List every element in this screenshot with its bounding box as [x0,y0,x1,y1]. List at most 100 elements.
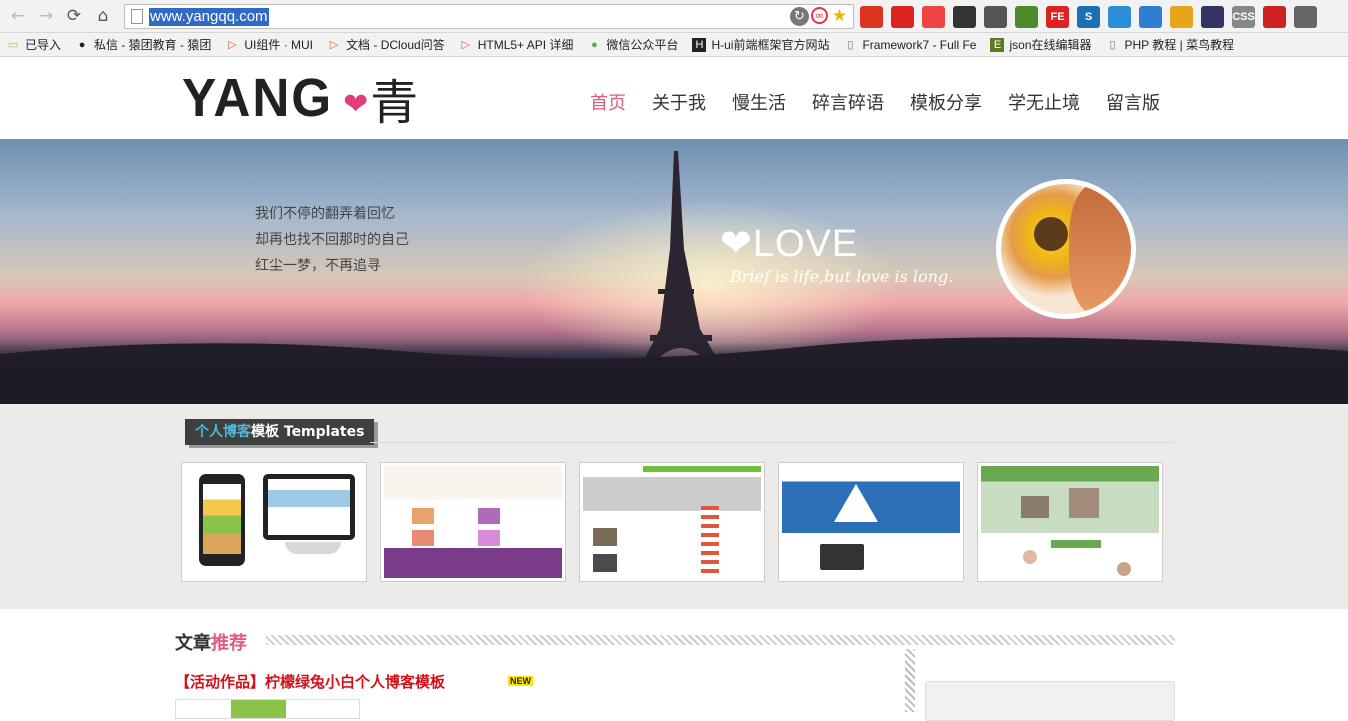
new-badge: NEW [508,676,533,686]
omnibox-icons: ↻ ∞ ★ [790,7,849,26]
templates-title-highlight: 个人博客 [195,424,251,440]
avatar-flower-center [1034,217,1068,251]
template-card-green[interactable] [579,462,765,582]
extension-icon[interactable] [860,6,883,28]
love-heading: ❤LOVE [720,221,858,266]
page-icon: ▯ [1109,38,1116,51]
css-icon[interactable]: CSS [1232,6,1255,28]
articles-heading-text: 文章 [175,633,211,654]
bookmark-label: Framework7 - Full Fe [862,37,977,52]
template-thumb [185,466,363,578]
forward-arrow-icon[interactable]: → [36,6,56,26]
nav-item[interactable]: 碎言碎语 [812,89,884,115]
templates-title: 个人博客模板 Templates [185,419,375,445]
book-icon[interactable] [1015,6,1038,28]
fe-icon[interactable]: FE [1046,6,1069,28]
back-arrow-icon[interactable]: ← [8,6,28,26]
template-thumb [384,466,562,578]
bookmark-item[interactable]: ▯ PHP 教程 | 菜鸟教程 [1106,36,1235,53]
heart-icon: ❤ [343,86,369,122]
bookmark-label: json在线编辑器 [1009,38,1092,52]
bookmark-label: 文档 - DCloud问答 [346,38,445,52]
s-icon[interactable]: S [1077,6,1100,28]
banner-line: 我们不停的翻弄着回忆 [255,206,395,222]
star-icon[interactable]: ★ [830,7,849,26]
bookmark-item[interactable]: Ejson在线编辑器 [990,36,1092,53]
dropper-icon[interactable] [1201,6,1224,28]
url-text[interactable]: www.yangqq.com [149,8,269,26]
template-thumb [583,466,761,578]
love-heart-icon: ❤ [720,223,753,265]
article-thumbnail[interactable] [175,699,360,719]
banner-quote: 我们不停的翻弄着回忆 却再也找不回那时的自己 红尘一梦，不再追寻 [255,201,409,279]
sidebar-box [925,681,1175,721]
banner-line: 红尘一梦，不再追寻 [255,258,381,274]
bookmarks-bar: ▭ 已导入 ● 私信 - 猿团教育 - 猿团 ▷ UI组件 · MUI ▷ 文档 - DClo… [0,33,1348,57]
avatar-hair [1069,184,1131,314]
column-divider [905,649,915,712]
download-icon[interactable] [1108,6,1131,28]
screenshot-icon[interactable] [1139,6,1162,28]
address-bar[interactable]: www.yangqq.com ↻ ∞ ★ [124,4,854,29]
hero-banner: 我们不停的翻弄着回忆 却再也找不回那时的自己 红尘一梦，不再追寻 ❤LOVE B… [0,139,1348,404]
nav-item[interactable]: 留言版 [1106,89,1160,115]
dcloud-icon: ▷ [228,38,237,51]
articles-heading: 文章推荐 [175,629,247,655]
infinity-icon[interactable]: ∞ [811,7,828,24]
love-text: LOVE [752,223,859,265]
articles-stripes [266,635,1175,645]
home-icon[interactable]: ⌂ [93,6,113,26]
articles-heading-highlight: 推荐 [211,633,247,654]
extension-icons: FE S CSS [860,6,1317,28]
template-card-purple[interactable] [380,462,566,582]
templates-title-rest: 模板 Templates [251,424,365,440]
folder-icon: ▭ [7,38,19,51]
nav-item[interactable]: 学无止境 [1008,89,1080,115]
templates-list [181,462,1163,582]
logo-cn: 青 [370,75,419,131]
templates-rule [370,442,1175,443]
main-nav: 首页 关于我 慢生活 碎言碎语 模板分享 学无止境 留言版 [590,89,1160,115]
nav-item[interactable]: 慢生活 [732,89,786,115]
bookmark-label: UI组件 · MUI [244,38,314,52]
template-card-blue[interactable] [778,462,964,582]
hui-icon: H [692,37,707,52]
bookmark-item[interactable]: ▷ 文档 - DCloud问答 [327,36,445,53]
bookmark-item[interactable]: ● 私信 - 猿团教育 - 猿团 [75,36,212,53]
gmail-icon[interactable] [922,6,945,28]
chrome-icon[interactable] [1170,6,1193,28]
nav-item[interactable]: 模板分享 [910,89,982,115]
bookmark-item[interactable]: ▯ Framework7 - Full Fe [843,38,976,52]
dcloud-icon: ▷ [461,38,470,51]
bug-icon[interactable] [953,6,976,28]
bookmark-label: PHP 教程 | 菜鸟教程 [1124,38,1235,52]
template-card-yang[interactable] [181,462,367,582]
bookmark-label: 微信公众平台 [606,38,679,52]
articles-section: 文章推荐 【活动作品】柠檬绿兔小白个人博客模板 NEW [0,609,1348,721]
avatar-sunflower [996,179,1136,319]
bookmark-item[interactable]: ● 微信公众平台 [587,36,678,53]
puzzle-icon[interactable] [1294,6,1317,28]
bookmark-item[interactable]: ▷ UI组件 · MUI [225,36,313,53]
dcloud-icon: ▷ [329,38,339,51]
bookmark-label: HTML5+ API 详细 [477,38,574,52]
bookmark-label: H-ui前端框架官方网站 [711,38,830,52]
bookmark-item[interactable]: ▷ HTML5+ API 详细 [459,36,574,53]
reload-icon[interactable]: ⟳ [64,6,84,26]
template-card-forest[interactable] [977,462,1163,582]
ground-shadow [0,342,1348,404]
page-icon: ▯ [847,38,854,51]
forward-icon[interactable] [1263,6,1286,28]
love-subtitle: Brief is life,but love is long. [730,267,954,286]
article-title-link[interactable]: 【活动作品】柠檬绿兔小白个人博客模板 [175,671,445,692]
ruler-icon[interactable] [984,6,1007,28]
logo-text: YANG [182,68,334,128]
bookmark-item[interactable]: ▭ 已导入 [6,36,61,53]
nav-item[interactable]: 关于我 [652,89,706,115]
bookmark-item[interactable]: H H-ui前端框架官方网站 [692,36,829,53]
nav-item[interactable]: 首页 [590,89,626,115]
adblock-icon[interactable] [891,6,914,28]
site-logo[interactable]: YANG ❤ 青 [182,68,418,131]
refresh-ext-icon[interactable]: ↻ [790,7,809,26]
bookmark-label: 私信 - 猿团教育 - 猿团 [94,38,212,52]
